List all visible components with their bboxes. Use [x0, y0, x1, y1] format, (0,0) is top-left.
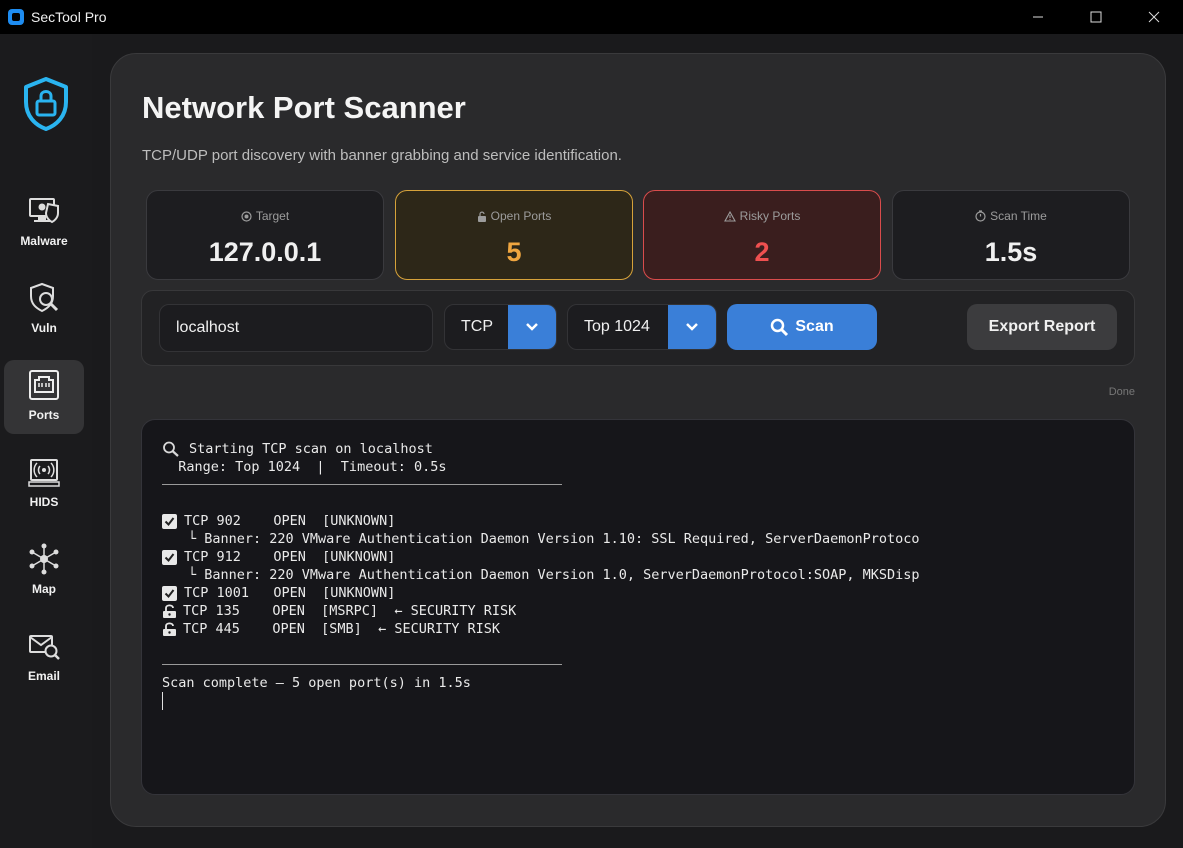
page-subtitle: TCP/UDP port discovery with banner grabb… — [142, 147, 622, 164]
stat-label: Risky Ports — [739, 209, 801, 223]
maximize-button[interactable] — [1067, 0, 1125, 34]
malware-icon — [29, 198, 59, 224]
console-line: └ Banner: 220 VMware Authentication Daem… — [188, 531, 920, 547]
sidebar-item-label: Ports — [28, 408, 60, 422]
stopwatch-icon — [975, 210, 986, 222]
sidebar-item-label: Email — [27, 669, 60, 683]
scan-button[interactable]: Scan — [727, 304, 877, 350]
stat-label: Scan Time — [990, 209, 1047, 223]
sidebar-item-label: Vuln — [31, 321, 57, 335]
chevron-down-icon — [526, 323, 538, 331]
console-divider — [162, 664, 562, 665]
window-controls — [1009, 0, 1183, 34]
sidebar-item-email[interactable]: Email — [4, 621, 84, 695]
console-line: TCP 912 OPEN [UNKNOWN] — [162, 548, 1134, 566]
email-icon — [29, 635, 60, 660]
close-icon — [1148, 11, 1160, 23]
console-line: TCP 1001 OPEN [UNKNOWN] — [162, 584, 1134, 602]
unlocked-lock-icon — [163, 603, 176, 618]
title-bar: SecTool Pro — [0, 0, 1183, 34]
warning-icon — [723, 210, 736, 222]
stat-label: Target — [255, 209, 290, 223]
console-line: TCP 135 OPEN [MSRPC] ← SECURITY RISK — [162, 602, 1134, 620]
stat-card-open-ports: Open Ports 5 — [395, 190, 633, 280]
sidebar-item-label: Malware — [20, 234, 68, 248]
sidebar-item-malware[interactable]: Malware — [4, 186, 84, 260]
check-icon — [162, 585, 177, 601]
range-select-value: Top 1024 — [584, 318, 650, 335]
sidebar-item-map[interactable]: Map — [4, 534, 84, 608]
ethernet-port-icon — [29, 370, 59, 400]
search-icon — [163, 441, 179, 457]
console-line: TCP 445 OPEN [SMB] ← SECURITY RISK — [162, 620, 1134, 638]
lock-open-icon — [477, 211, 486, 222]
minimize-button[interactable] — [1009, 0, 1067, 34]
search-icon — [771, 318, 789, 336]
check-icon — [162, 549, 177, 565]
hids-icon — [28, 459, 60, 487]
minimize-icon — [1033, 16, 1043, 18]
text-cursor — [162, 692, 163, 710]
stat-card-scan-time: Scan Time 1.5s — [892, 190, 1130, 280]
sidebar-item-label: Map — [32, 582, 56, 596]
check-icon — [162, 513, 177, 529]
console-divider — [162, 484, 562, 485]
target-icon — [241, 210, 252, 222]
network-map-icon — [29, 543, 59, 575]
vuln-icon — [30, 282, 59, 313]
sidebar-item-ports[interactable]: Ports — [4, 360, 84, 434]
stat-card-target: Target 127.0.0.1 — [146, 190, 384, 280]
protocol-select-value: TCP — [461, 318, 493, 335]
console-line: └ Banner: 220 VMware Authentication Daem… — [188, 567, 920, 583]
target-input[interactable] — [159, 304, 433, 352]
range-select[interactable]: Top 1024 — [567, 304, 717, 350]
shield-lock-logo-icon — [24, 77, 68, 131]
stat-value: 5 — [506, 237, 522, 267]
scan-output-console[interactable]: Starting TCP scan on localhost Range: To… — [141, 419, 1135, 795]
sidebar-item-hids[interactable]: HIDS — [4, 447, 84, 521]
page-title: Network Port Scanner — [142, 90, 466, 125]
stat-value: 1.5s — [984, 237, 1038, 267]
maximize-icon — [1090, 11, 1102, 23]
protocol-select[interactable]: TCP — [444, 304, 557, 350]
window-title: SecTool Pro — [31, 9, 107, 25]
console-line: Scan complete — 5 open port(s) in 1.5s — [162, 675, 471, 691]
sidebar-item-vuln[interactable]: Vuln — [4, 273, 84, 347]
stat-value: 127.0.0.1 — [208, 237, 322, 267]
unlocked-lock-icon — [163, 621, 176, 636]
app-icon — [8, 9, 24, 25]
status-text: Done — [1108, 386, 1135, 398]
stat-card-risky-ports: Risky Ports 2 — [643, 190, 881, 280]
close-button[interactable] — [1125, 0, 1183, 34]
stat-value: 2 — [754, 237, 770, 267]
chevron-down-icon — [686, 323, 698, 331]
scan-button-label: Scan — [795, 318, 834, 335]
sidebar: Malware Vuln Ports HIDS Map Email — [0, 34, 92, 848]
export-report-button[interactable]: Export Report — [967, 304, 1117, 350]
range-dropdown-button[interactable] — [668, 305, 716, 349]
protocol-dropdown-button[interactable] — [508, 305, 556, 349]
sidebar-item-label: HIDS — [29, 495, 59, 509]
console-line: TCP 902 OPEN [UNKNOWN] — [162, 512, 1134, 530]
stat-label: Open Ports — [490, 209, 552, 223]
console-line: Range: Top 1024 | Timeout: 0.5s — [162, 459, 447, 475]
console-line: Starting TCP scan on localhost — [162, 440, 1134, 458]
